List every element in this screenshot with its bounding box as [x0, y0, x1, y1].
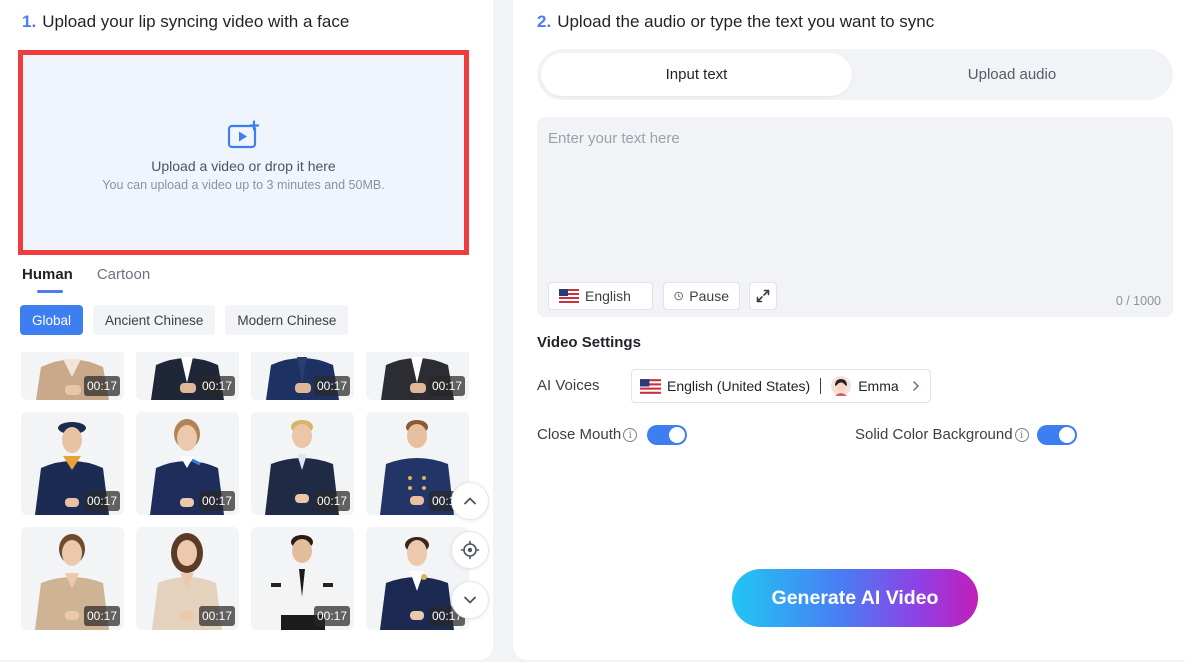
step-1-number: 1.	[22, 12, 37, 31]
expand-icon	[756, 289, 770, 303]
chip-ancient-chinese[interactable]: Ancient Chinese	[93, 305, 216, 335]
solid-bg-label: Solid Color Background i	[855, 426, 1029, 443]
us-flag-icon	[640, 378, 661, 394]
style-chips: Global Ancient Chinese Modern Chinese	[20, 305, 349, 335]
duration-badge: 00:17	[198, 606, 235, 626]
locate-icon	[460, 540, 480, 560]
tab-human[interactable]: Human	[22, 266, 73, 293]
dropzone-subtitle: You can upload a video up to 3 minutes a…	[102, 177, 385, 192]
locate-button[interactable]	[451, 531, 489, 569]
video-settings-heading: Video Settings	[537, 334, 641, 351]
char-counter: 0 / 1000	[1115, 294, 1161, 308]
duration-badge: 00:17	[83, 376, 120, 396]
scroll-down-button[interactable]	[451, 581, 489, 619]
tab-cartoon[interactable]: Cartoon	[97, 266, 150, 293]
text-input-area: English Pause 0 / 1000	[537, 117, 1173, 317]
us-flag-icon	[559, 289, 579, 303]
info-icon[interactable]: i	[623, 428, 638, 443]
duration-badge: 00:17	[83, 606, 120, 626]
input-mode-toggle: Input text Upload audio	[537, 49, 1173, 100]
clock-icon	[674, 291, 683, 301]
step-1-title: 1. Upload your lip syncing video with a f…	[22, 12, 349, 32]
avatar-tile[interactable]: 00:17	[251, 527, 354, 630]
step-2-number: 2.	[537, 12, 552, 31]
chevron-up-icon	[464, 497, 476, 505]
video-dropzone[interactable]: Upload a video or drop it here You can u…	[18, 50, 469, 255]
ai-voices-label: AI Voices	[537, 377, 600, 394]
right-panel: 2. Upload the audio or type the text you …	[513, 0, 1185, 660]
avatar-tile[interactable]: 00:17	[21, 527, 124, 630]
duration-badge: 00:17	[313, 606, 350, 626]
chevron-down-icon	[464, 596, 476, 604]
tab-input-text[interactable]: Input text	[541, 53, 852, 96]
expand-button[interactable]	[749, 282, 777, 310]
avatar-tile[interactable]: 00:17	[251, 412, 354, 515]
duration-badge: 00:17	[313, 376, 350, 396]
pause-label: Pause	[689, 288, 729, 304]
language-button[interactable]: English	[548, 282, 653, 310]
pause-button[interactable]: Pause	[663, 282, 740, 310]
voice-language: English (United States)	[667, 378, 811, 394]
scroll-up-button[interactable]	[451, 482, 489, 520]
duration-badge: 00:17	[198, 376, 235, 396]
chip-global[interactable]: Global	[20, 305, 84, 335]
avatar-tile[interactable]: 00:17	[136, 352, 239, 400]
tab-upload-audio[interactable]: Upload audio	[855, 53, 1169, 96]
avatar-tile[interactable]: 00:17	[136, 412, 239, 515]
duration-badge: 00:17	[83, 491, 120, 511]
left-panel: 1. Upload your lip syncing video with a f…	[0, 0, 493, 660]
solid-bg-text: Solid Color Background	[855, 426, 1013, 443]
close-mouth-toggle[interactable]	[647, 425, 687, 445]
step-2-title: 2. Upload the audio or type the text you …	[537, 12, 934, 32]
step-2-text: Upload the audio or type the text you wa…	[557, 12, 935, 31]
duration-badge: 00:17	[313, 491, 350, 511]
avatar-tile[interactable]: 00:17	[136, 527, 239, 630]
chip-modern-chinese[interactable]: Modern Chinese	[225, 305, 349, 335]
script-textarea[interactable]	[537, 117, 1173, 267]
close-mouth-text: Close Mouth	[537, 426, 622, 443]
info-icon[interactable]: i	[1014, 428, 1029, 443]
video-add-icon	[227, 119, 259, 148]
language-label: English	[585, 288, 631, 304]
chevron-right-icon	[913, 381, 920, 391]
step-1-text: Upload your lip syncing video with a fac…	[42, 12, 350, 31]
generate-video-button[interactable]: Generate AI Video	[732, 569, 978, 627]
voice-name: Emma	[858, 378, 899, 394]
avatar-tile[interactable]: 00:17	[366, 352, 469, 400]
voice-select[interactable]: English (United States) Emma	[631, 369, 931, 403]
avatar-grid: 00:17 00:17 00:17 00:17 00:17 00:17 00:1…	[21, 352, 481, 642]
avatar-tile[interactable]: 00:17	[251, 352, 354, 400]
duration-badge: 00:17	[428, 376, 465, 396]
dropzone-title: Upload a video or drop it here	[151, 157, 336, 174]
close-mouth-label: Close Mouth i	[537, 426, 638, 443]
avatar-tile[interactable]: 00:17	[21, 412, 124, 515]
divider	[820, 378, 822, 394]
category-tabs: Human Cartoon	[22, 266, 150, 293]
solid-bg-toggle[interactable]	[1037, 425, 1077, 445]
avatar-tile[interactable]: 00:17	[21, 352, 124, 400]
voice-avatar-icon	[831, 376, 852, 396]
duration-badge: 00:17	[198, 491, 235, 511]
